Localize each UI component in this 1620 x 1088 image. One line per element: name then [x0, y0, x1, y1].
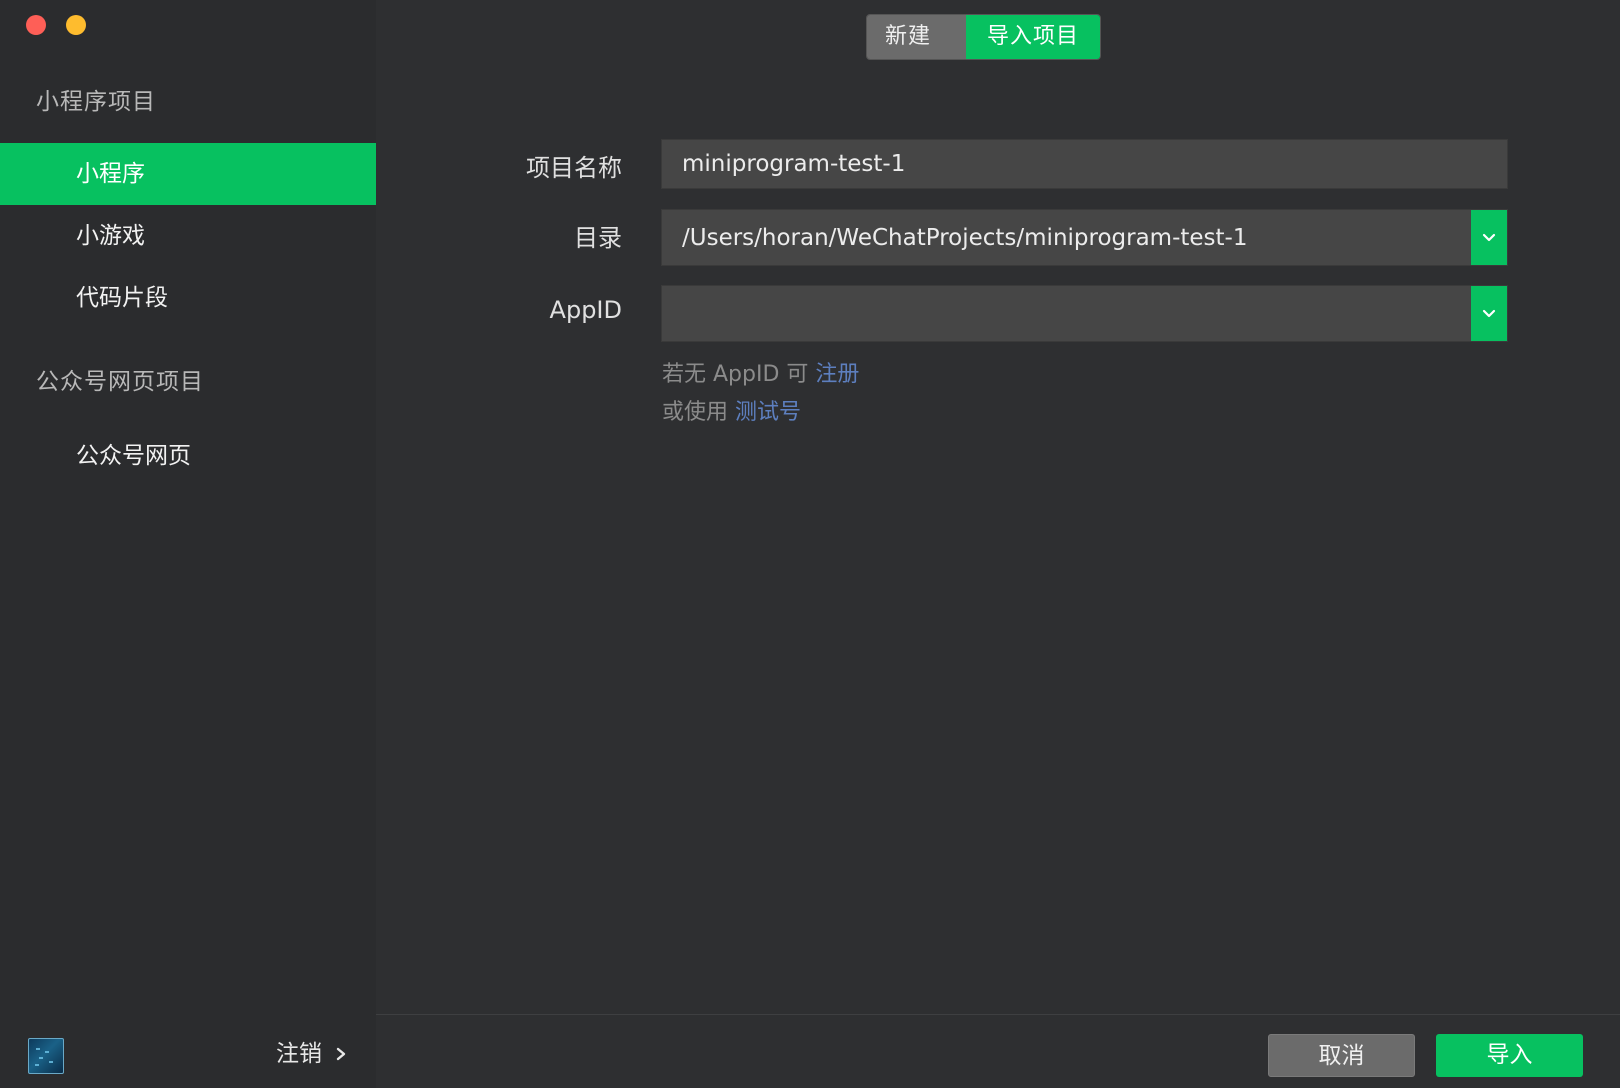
import-button[interactable]: 导入	[1436, 1034, 1583, 1077]
sidebar-item-official-account-page[interactable]: 公众号网页	[0, 425, 376, 487]
register-link[interactable]: 注册	[815, 362, 859, 387]
project-name-value: miniprogram-test-1	[682, 151, 906, 177]
sidebar-item-label: 小游戏	[76, 223, 145, 249]
directory-field[interactable]: /Users/horan/WeChatProjects/miniprogram-…	[661, 209, 1508, 266]
project-name-input[interactable]: miniprogram-test-1	[661, 139, 1508, 189]
logout-button[interactable]: 注销	[276, 1036, 348, 1072]
test-account-link[interactable]: 测试号	[735, 400, 801, 425]
cancel-button[interactable]: 取消	[1268, 1034, 1415, 1077]
project-mode-tabs: 新建项目 导入项目	[866, 14, 1101, 60]
hint-text: 或使用	[662, 400, 735, 425]
section-title-miniprogram-projects: 小程序项目	[36, 89, 156, 115]
footer-divider	[376, 1014, 1620, 1015]
window-minimize-button[interactable]	[66, 15, 86, 35]
project-name-label: 项目名称	[526, 154, 622, 182]
chevron-down-icon	[1482, 233, 1496, 241]
sidebar-item-minigame[interactable]: 小游戏	[0, 205, 376, 267]
logout-label: 注销	[276, 1041, 322, 1067]
directory-value: /Users/horan/WeChatProjects/miniprogram-…	[682, 224, 1248, 251]
appid-label: AppID	[549, 296, 622, 324]
appid-dropdown-button[interactable]	[1471, 286, 1507, 341]
tab-new-project[interactable]: 新建项目	[867, 15, 966, 59]
sidebar-item-label: 代码片段	[76, 285, 168, 311]
appid-register-hint: 若无 AppID 可 注册	[662, 356, 859, 388]
section-title-official-account-projects: 公众号网页项目	[36, 369, 204, 395]
sidebar-item-miniprogram[interactable]: 小程序	[0, 143, 376, 205]
tab-import-project[interactable]: 导入项目	[966, 15, 1100, 59]
sidebar-item-label: 小程序	[76, 161, 145, 187]
hint-text: 若无 AppID 可	[662, 362, 816, 387]
sidebar-item-label: 公众号网页	[76, 443, 191, 469]
appid-field[interactable]	[661, 285, 1508, 342]
test-account-hint: 或使用 测试号	[662, 394, 801, 426]
directory-dropdown-button[interactable]	[1471, 210, 1507, 265]
import-project-window: 小程序项目 小程序 小游戏 代码片段 公众号网页项目 公众号网页 注销 新建 导…	[0, 0, 1620, 1088]
sidebar: 小程序项目 小程序 小游戏 代码片段 公众号网页项目 公众号网页 注销	[0, 0, 376, 1088]
chevron-down-icon	[1482, 309, 1496, 317]
sidebar-item-code-snippet[interactable]: 代码片段	[0, 267, 376, 329]
user-avatar-icon[interactable]	[28, 1038, 64, 1074]
window-close-button[interactable]	[26, 15, 46, 35]
chevron-right-icon	[336, 1047, 346, 1061]
directory-label: 目录	[574, 224, 622, 252]
